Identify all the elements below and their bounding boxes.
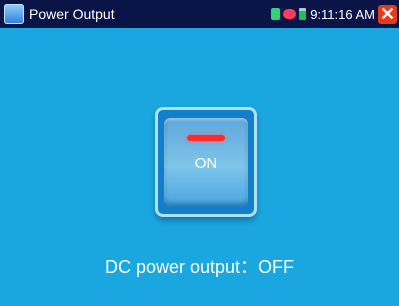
close-icon: ✕ [379,3,396,24]
clock: 9:11:16 AM [310,6,375,22]
power-switch[interactable]: ON [155,107,257,217]
app-icon [4,4,24,24]
power-output-status: DC power output：OFF [104,257,295,277]
sd-card-icon [271,8,281,20]
close-button[interactable]: ✕ [378,3,397,24]
switch-rocker[interactable]: ON [164,118,248,206]
title-bar: Power Output 9:11:16 AM ✕ [0,0,399,28]
status-area: 9:11:16 AM ✕ [271,0,399,28]
switch-label: ON [194,155,218,172]
network-icon [283,9,297,19]
window-title: Power Output [29,6,115,22]
battery-icon [299,8,307,20]
switch-indicator-light [187,135,225,141]
